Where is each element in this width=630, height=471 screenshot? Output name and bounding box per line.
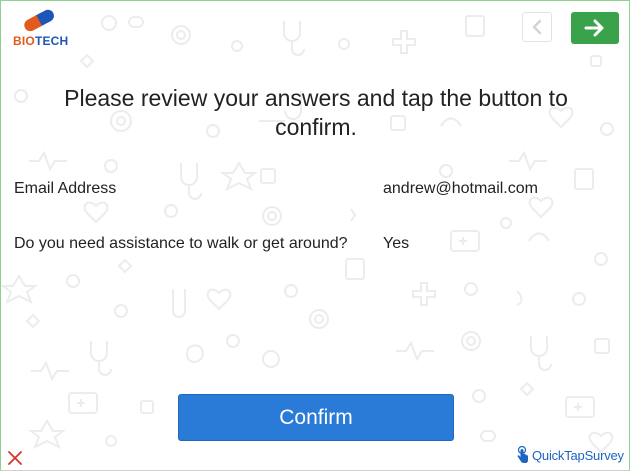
next-button[interactable] bbox=[571, 12, 619, 44]
quicktapsurvey-brand: QuickTapSurvey bbox=[517, 445, 624, 465]
logo-text-tech: TECH bbox=[34, 34, 69, 48]
pill-logo-graphic bbox=[24, 9, 54, 32]
biotech-logo: BIOTECH bbox=[13, 7, 73, 51]
close-icon[interactable] bbox=[7, 450, 23, 466]
confirm-button[interactable]: Confirm bbox=[178, 394, 454, 441]
answer-value-email: andrew@hotmail.com bbox=[383, 180, 538, 197]
arrow-right-icon bbox=[584, 19, 604, 37]
answer-label-email: Email Address bbox=[14, 180, 117, 197]
page-title: Please review your answers and tap the b… bbox=[64, 85, 568, 140]
logo-wordmark: BIOTECH bbox=[13, 34, 68, 48]
logo-text-bio: BIO bbox=[13, 34, 35, 48]
answer-value-assistance: Yes bbox=[383, 235, 410, 252]
back-button[interactable] bbox=[522, 12, 552, 42]
survey-screen: BIOTECH Please review your answers and t… bbox=[0, 0, 630, 471]
chevron-left-icon bbox=[532, 19, 542, 35]
tap-hand-icon bbox=[517, 446, 528, 463]
brand-text: QuickTapSurvey bbox=[532, 447, 624, 463]
answer-label-assistance: Do you need assistance to walk or get ar… bbox=[14, 235, 348, 252]
